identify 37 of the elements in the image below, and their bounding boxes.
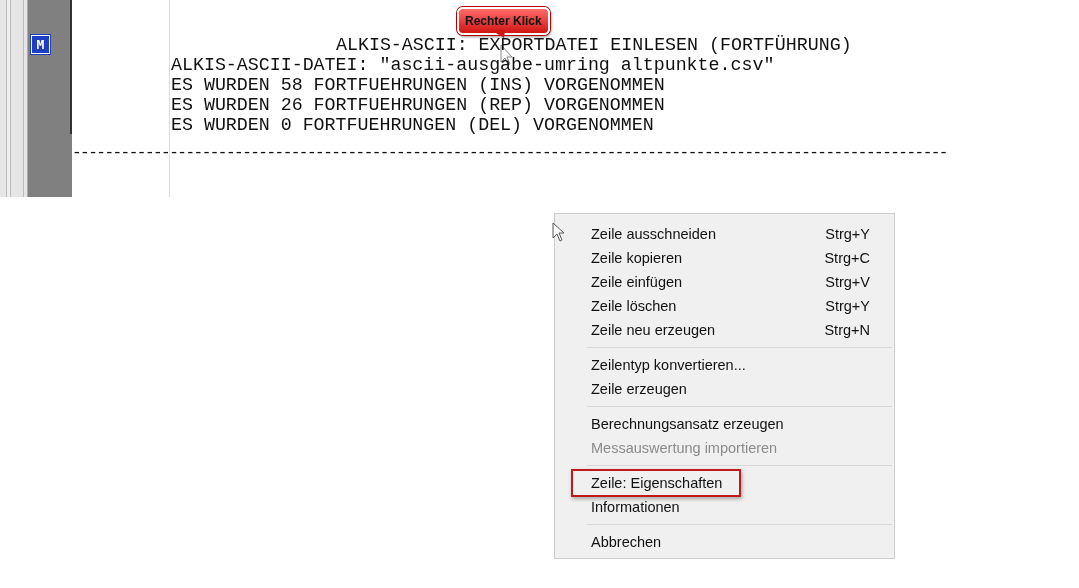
text-line: ALKIS-ASCII-DATEI: "ascii-ausgabe-umring altpunkte.csv" <box>171 55 775 75</box>
menu-item[interactable]: Berechnungsansatz erzeugen <box>555 412 894 436</box>
menu-item-label: Zeile ausschneiden <box>591 226 716 242</box>
menu-item-label: Zeile löschen <box>591 298 677 314</box>
callout-tail-icon <box>490 30 506 38</box>
shortcut-label: Strg+Y <box>825 298 870 314</box>
shortcut-label: Strg+V <box>825 274 870 290</box>
text-line: ALKIS-ASCII: EXPORTDATEI EINLESEN (FORTFÜHRUNG) <box>336 35 852 55</box>
menu-item-label: Abbrechen <box>591 534 662 550</box>
menu-item[interactable]: Zeile kopieren Strg+C <box>555 246 894 270</box>
menu-item[interactable]: Zeile: Eigenschaften <box>555 471 894 495</box>
dashed-separator: ------------------------------------------------------------------------------------------------------------ <box>72 143 948 163</box>
menu-item-label: Zeilentyp konvertieren... <box>591 357 746 373</box>
menu-item[interactable]: Informationen <box>555 495 894 519</box>
text-line: ES WURDEN 58 FORTFUEHRUNGEN (INS) VORGENOMMEN <box>171 75 665 95</box>
shortcut-label: Strg+Y <box>825 226 870 242</box>
menu-item[interactable]: Abbrechen <box>555 530 894 554</box>
callout-bubble: Rechter Klick <box>457 7 550 35</box>
menu-item-label: Zeile: Eigenschaften <box>591 475 723 491</box>
menu-item[interactable]: Zeile erzeugen <box>555 377 894 401</box>
menu-item-label: Zeile erzeugen <box>591 381 687 397</box>
shortcut-label: Strg+C <box>824 250 870 266</box>
menu-item-label: Informationen <box>591 499 680 515</box>
shortcut-label: Strg+N <box>824 322 870 338</box>
line-marker-icon: M <box>31 35 50 54</box>
text-line: ES WURDEN 0 FORTFUEHRUNGEN (DEL) VORGENOMMEN <box>171 115 654 135</box>
menu-item-label: Zeile einfügen <box>591 274 683 290</box>
menu-item[interactable]: Zeile neu erzeugen Strg+N <box>555 318 894 342</box>
menu-item-label: Zeile neu erzeugen <box>591 322 716 338</box>
cursor-icon <box>552 222 566 242</box>
menu-item-label: Messauswertung importieren <box>591 440 778 456</box>
menu-item-label: Zeile kopieren <box>591 250 683 266</box>
menu-item[interactable]: Zeile löschen Strg+Y <box>555 294 894 318</box>
menu-item[interactable]: Zeile einfügen Strg+V <box>555 270 894 294</box>
menu-item-label: Berechnungsansatz erzeugen <box>591 416 784 432</box>
text-line: ES WURDEN 26 FORTFUEHRUNGEN (REP) VORGENOMMEN <box>171 95 665 115</box>
menu-item[interactable]: Zeilentyp konvertieren... <box>555 353 894 377</box>
